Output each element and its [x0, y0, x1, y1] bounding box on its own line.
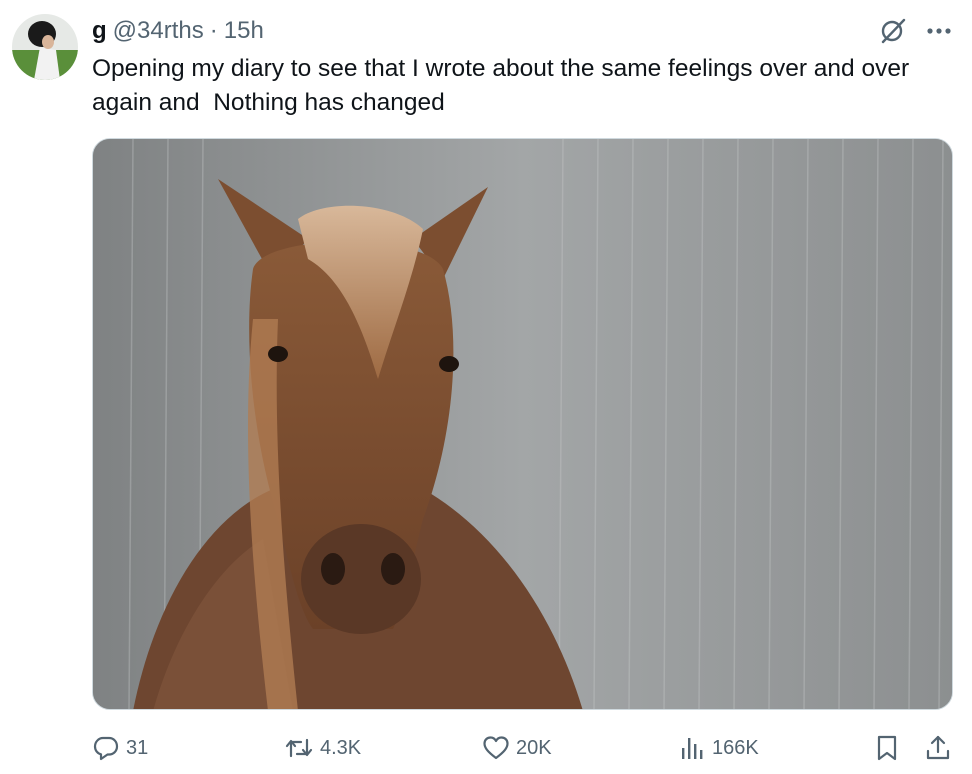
grok-icon[interactable]	[878, 16, 908, 46]
views-icon	[678, 734, 706, 762]
tweet-actions: 31 4.3K 20K 166K	[92, 730, 954, 766]
reply-button[interactable]: 31	[92, 730, 148, 766]
heart-icon	[482, 734, 510, 762]
more-icon[interactable]	[926, 27, 952, 35]
tweet-text: Opening my diary to see that I wrote abo…	[92, 55, 910, 116]
user-handle[interactable]: @34rths	[113, 17, 204, 45]
tweet-image[interactable]	[92, 138, 953, 710]
avatar[interactable]	[12, 14, 78, 80]
display-name[interactable]: g	[92, 17, 107, 45]
views-button[interactable]: 166K	[678, 730, 759, 766]
share-icon	[924, 734, 952, 762]
tweet-header: g @34rths · 15h	[92, 16, 952, 46]
reply-count: 31	[126, 736, 149, 759]
repost-count: 4.3K	[320, 736, 362, 759]
bookmark-button[interactable]	[874, 730, 900, 766]
repost-icon	[284, 734, 314, 762]
bookmark-icon	[874, 734, 900, 762]
repost-button[interactable]: 4.3K	[284, 730, 361, 766]
like-count: 20K	[516, 736, 552, 759]
share-button[interactable]	[924, 730, 952, 766]
separator-dot: ·	[209, 17, 218, 44]
view-count: 166K	[712, 736, 759, 759]
like-button[interactable]: 20K	[482, 730, 552, 766]
tweet-timestamp[interactable]: 15h	[224, 17, 264, 45]
reply-icon	[92, 734, 120, 762]
